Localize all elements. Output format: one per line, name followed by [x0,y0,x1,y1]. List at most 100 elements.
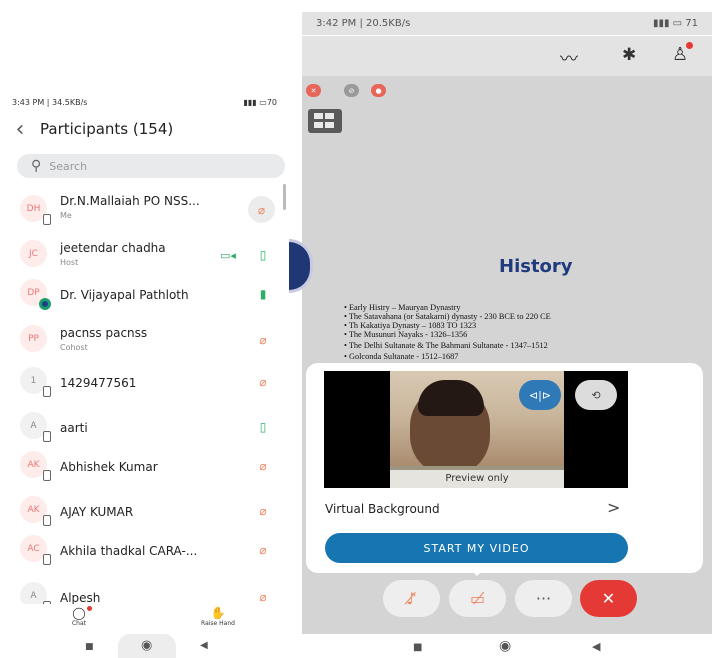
preview-only-label: Preview only [390,470,564,488]
avatar-initials: DH [26,203,41,214]
participant-row[interactable]: PP pacnss pacnss Cohost ⌀ [0,318,289,364]
avatar-initials: A [30,590,37,601]
bullet-text: The Musunuri Nayaks - 1326–1356 [348,330,468,339]
nav-back-icon[interactable]: ◀ [592,640,600,653]
mic-off-icon: ⌀ [259,543,267,557]
bluetooth-icon[interactable]: ✱ [622,45,636,65]
battery-level: 70 [266,97,277,107]
raise-hand-button[interactable]: ✋ Raise Hand [196,606,240,627]
slide-bullet: • The Satavahana (or Satakarni) dynasty … [344,312,551,321]
avatar: AK [20,451,51,481]
participants-screen: 3:43 PM | 34.5KB/s ▮▮▮ ▭70 ‹ Participant… [0,0,289,658]
participant-name: aarti [60,421,88,435]
chat-button[interactable]: ◯ Chat [62,606,96,627]
mic-off-icon: ⌀ [259,459,267,473]
search-input[interactable]: ⚲ Search [17,154,285,178]
nav-recents-icon[interactable]: ■ [85,642,94,652]
device-icon [43,515,51,526]
chevron-right-icon[interactable]: > [607,498,620,517]
avatar: PP [20,325,47,352]
avatar: 1 [20,367,51,397]
avatar: A [20,412,51,442]
end-call-button[interactable]: ✕ [580,580,637,617]
mic-off-icon: ⌀ [259,333,267,347]
bullet-text: The Satavahana (or Satakarni) dynasty - … [348,312,551,321]
nav-recents-icon[interactable]: ■ [413,642,422,653]
mirror-button[interactable]: ⊲|⊳ [519,380,561,410]
gallery-view-button[interactable] [308,109,342,133]
mic-icon: ▯ [259,420,267,434]
participant-row[interactable]: DH Dr.N.Mallaiah PO NSS... Me ⌀ [0,186,289,232]
participants-header: ‹ Participants (154) [0,112,289,146]
nav-bar: ■ ◉ ◀ [302,634,712,658]
mic-icon: ▯ [259,248,267,262]
hand-icon: ✋ [210,606,226,620]
close-icon: ✕ [601,589,616,608]
video-button[interactable]: ▭̸ [449,580,506,617]
participant-role: Cohost [60,343,88,352]
participant-row[interactable]: AC Akhila thadkal CARA-... ⌀ [0,528,289,574]
participant-name: Alpesh [60,591,101,605]
mic-off-icon: ⌀ [259,504,267,518]
device-icon [43,554,51,565]
mute-indicator: ✕ [306,84,321,97]
participant-row[interactable]: DP Dr. Vijayapal Pathloth ▮ [0,272,289,318]
slide-title: History [499,256,573,277]
device-icon [43,431,51,442]
mic-off-icon: ⌀ [248,196,275,223]
nav-home-icon[interactable]: ◉ [141,638,152,653]
search-placeholder: Search [49,159,88,173]
avatar-initials: 1 [30,375,37,386]
bullet-text: Early Histry – Mauryan Dynastry [348,303,461,312]
avatar: DP [20,279,51,310]
nav-home-icon[interactable]: ◉ [499,638,511,654]
battery-level: 71 [685,18,698,29]
more-button[interactable]: ··· [515,580,572,617]
raise-hand-label: Raise Hand [201,620,235,627]
start-video-button[interactable]: START MY VIDEO [325,533,628,563]
avatar-initials: DP [27,287,40,298]
mute-button[interactable]: ♪̸ [383,580,440,617]
bullet-text: The Delhi Sultanate & The Bahmani Sultan… [348,341,548,350]
more-icon: ··· [535,589,552,608]
link-indicator: ⊘ [344,84,359,97]
page-title: Participants (154) [40,120,174,138]
participant-row[interactable]: AK Abhishek Kumar ⌀ [0,444,289,490]
back-icon[interactable]: ‹ [0,117,40,142]
participant-name: pacnss pacnss [60,326,148,340]
participant-name: AJAY KUMAR [60,505,134,519]
status-time: 3:43 PM | 34.5KB/s [12,97,88,107]
participant-name: jeetendar chadha [60,241,166,255]
avatar-initials: AC [27,543,40,554]
avatar-initials: PP [28,333,39,344]
bottom-bar [0,604,289,634]
avatar-initials: AK [27,459,40,470]
slide-bullet: • Th Kakatiya Dynasty – 1083 TO 1323 [344,321,476,330]
nav-back-icon[interactable]: ◀ [200,640,208,651]
mic-off-icon: ⌀ [259,590,267,604]
switch-camera-button[interactable]: ⟲ [575,380,617,410]
participant-name: 1429477561 [60,376,137,390]
bullet-text: Th Kakatiya Dynasty – 1083 TO 1323 [348,321,477,330]
avatar-initials: AK [27,504,40,515]
device-icon [43,470,51,481]
participant-name: Akhila thadkal CARA-... [60,544,198,558]
annotate-icon[interactable]: 〰 [560,45,578,71]
device-icon [43,214,51,225]
participant-name: Dr. Vijayapal Pathloth [60,288,189,302]
virtual-background-option[interactable]: Virtual Background [325,502,440,516]
slide-bullet: • Golconda Sultanate - 1512–1687 [344,352,458,361]
participants-icon[interactable]: ♙ [672,42,694,65]
meeting-toolbar: 〰 ✱ ♙ [302,36,712,76]
device-icon [43,386,51,397]
participant-row[interactable]: 1 1429477561 ⌀ [0,360,289,406]
status-time: 3:42 PM | 20.5KB/s [316,18,411,29]
video-icon: ▭◂ [220,249,236,262]
camera-switch-icon: ⟲ [591,388,601,402]
status-icons: ▮▮▮ ▭ 71 [652,18,698,29]
mic-off-icon: ⌀ [259,375,267,389]
slide-bullet: • The Delhi Sultanate & The Bahmani Sult… [344,341,548,350]
avatar: AC [20,535,51,565]
participant-name: Dr.N.Mallaiah PO NSS... [60,194,200,208]
chat-icon: ◯ [62,606,96,620]
